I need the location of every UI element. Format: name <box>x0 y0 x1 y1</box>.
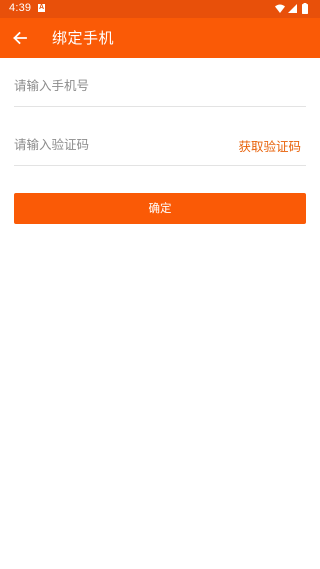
a-box-icon: A <box>38 4 45 12</box>
wifi-icon <box>275 4 285 13</box>
status-bar: 4:39 A <box>0 0 320 18</box>
verification-code-input[interactable] <box>14 125 214 163</box>
status-icons <box>274 3 314 15</box>
battery-icon <box>302 3 308 14</box>
arrow-left-icon <box>13 31 27 45</box>
status-time: 4:39 <box>9 2 32 14</box>
back-button[interactable] <box>6 24 34 52</box>
app-bar: 绑定手机 <box>0 18 320 58</box>
page-title: 绑定手机 <box>52 29 115 47</box>
code-field: 获取验证码 <box>14 125 306 166</box>
signal-icon <box>288 4 297 13</box>
confirm-button[interactable]: 确定 <box>14 193 306 224</box>
phone-field <box>14 66 306 107</box>
get-code-button[interactable]: 获取验证码 <box>238 136 301 155</box>
phone-input[interactable] <box>14 66 214 104</box>
